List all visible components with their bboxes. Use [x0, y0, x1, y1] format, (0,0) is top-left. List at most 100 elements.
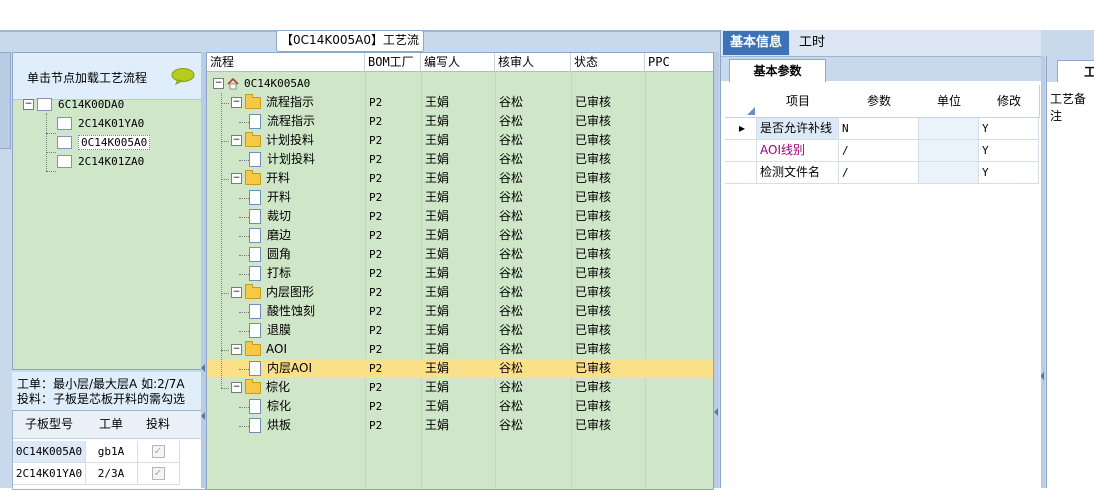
process-step-row[interactable]: 内层AOI P2 王娟 谷松 已审核	[207, 359, 713, 378]
checkmark-icon[interactable]: ✓	[151, 445, 165, 458]
writer-cell[interactable]: 王娟	[425, 169, 449, 188]
writer-cell[interactable]: 王娟	[425, 340, 449, 359]
writer-cell[interactable]: 王娟	[425, 302, 449, 321]
process-name-cell[interactable]: 棕化	[249, 397, 291, 416]
writer-cell[interactable]: 王娟	[425, 207, 449, 226]
reviewer-cell[interactable]: 谷松	[499, 93, 523, 112]
splitter-arrow-icon[interactable]	[714, 408, 718, 416]
reviewer-cell[interactable]: 谷松	[499, 321, 523, 340]
reviewer-cell[interactable]: 谷松	[499, 359, 523, 378]
col-header-model[interactable]: 子板型号	[13, 411, 86, 439]
tab-basic-info[interactable]: 基本信息	[723, 31, 789, 55]
table-cell-model[interactable]: 0C14K005A0	[13, 441, 86, 463]
process-name-cell[interactable]: 酸性蚀刻	[249, 302, 315, 321]
param-edit-flag[interactable]: Y	[979, 118, 1039, 139]
status-cell[interactable]: 已审核	[575, 321, 611, 340]
status-cell[interactable]: 已审核	[575, 188, 611, 207]
status-cell[interactable]: 已审核	[575, 397, 611, 416]
col-header-order[interactable]: 工单	[85, 411, 138, 439]
status-cell[interactable]: 已审核	[575, 131, 611, 150]
param-row[interactable]: 检测文件名 / Y	[725, 162, 1039, 184]
param-unit[interactable]	[919, 118, 979, 139]
process-name-cell[interactable]: 流程指示	[249, 112, 315, 131]
bom-cell[interactable]: P2	[369, 245, 382, 264]
collapse-icon[interactable]: −	[23, 99, 34, 110]
reviewer-cell[interactable]: 谷松	[499, 340, 523, 359]
tab-process-notes[interactable]: 工	[1057, 60, 1094, 82]
writer-cell[interactable]: 王娟	[425, 226, 449, 245]
process-name-cell[interactable]: 计划投料	[249, 150, 315, 169]
col-header-feed[interactable]: 投料	[137, 411, 180, 439]
status-cell[interactable]: 已审核	[575, 150, 611, 169]
process-name-cell[interactable]: 退膜	[249, 321, 291, 340]
col-header-bom[interactable]: BOM工厂	[365, 53, 421, 71]
bom-cell[interactable]: P2	[369, 207, 382, 226]
process-step-row[interactable]: 开料 P2 王娟 谷松 已审核	[207, 188, 713, 207]
process-name-cell[interactable]: − 内层图形	[231, 283, 314, 302]
status-cell[interactable]: 已审核	[575, 93, 611, 112]
bom-cell[interactable]: P2	[369, 112, 382, 131]
collapse-icon[interactable]: −	[231, 173, 242, 184]
bom-cell[interactable]: P2	[369, 264, 382, 283]
splitter-arrow-icon[interactable]	[201, 364, 205, 372]
process-name-cell[interactable]: − 流程指示	[231, 93, 314, 112]
table-cell-feed[interactable]: ✓	[137, 463, 180, 485]
param-row[interactable]: AOI线别 / Y	[725, 140, 1039, 162]
reviewer-cell[interactable]: 谷松	[499, 150, 523, 169]
writer-cell[interactable]: 王娟	[425, 416, 449, 435]
process-group-row[interactable]: − 开料 P2 王娟 谷松 已审核	[207, 169, 713, 188]
param-item[interactable]: 是否允许补线	[757, 118, 839, 139]
bom-cell[interactable]: P2	[369, 416, 382, 435]
bom-cell[interactable]: P2	[369, 302, 382, 321]
status-cell[interactable]: 已审核	[575, 416, 611, 435]
param-row[interactable]: ▸ 是否允许补线 N Y	[725, 118, 1039, 140]
writer-cell[interactable]: 王娟	[425, 321, 449, 340]
reviewer-cell[interactable]: 谷松	[499, 302, 523, 321]
status-cell[interactable]: 已审核	[575, 264, 611, 283]
col-header-edit[interactable]: 修改	[979, 85, 1040, 118]
bom-cell[interactable]: P2	[369, 283, 382, 302]
process-name-cell[interactable]: − 棕化	[231, 378, 290, 397]
bom-cell[interactable]: P2	[369, 321, 382, 340]
status-cell[interactable]: 已审核	[575, 302, 611, 321]
splitter-arrow-icon[interactable]	[201, 412, 205, 420]
param-value[interactable]: N	[839, 118, 919, 139]
tab-work-hours[interactable]: 工时	[791, 31, 833, 55]
reviewer-cell[interactable]: 谷松	[499, 378, 523, 397]
writer-cell[interactable]: 王娟	[425, 359, 449, 378]
bom-cell[interactable]: P2	[369, 397, 382, 416]
root-node[interactable]: − 0C14K005A0	[213, 74, 310, 93]
process-step-row[interactable]: 圆角 P2 王娟 谷松 已审核	[207, 245, 713, 264]
process-name-cell[interactable]: 开料	[249, 188, 291, 207]
bom-cell[interactable]: P2	[369, 150, 382, 169]
process-name-cell[interactable]: 打标	[249, 264, 291, 283]
writer-cell[interactable]: 王娟	[425, 378, 449, 397]
process-name-cell[interactable]: − AOI	[231, 340, 287, 359]
bom-cell[interactable]: P2	[369, 340, 382, 359]
status-cell[interactable]: 已审核	[575, 169, 611, 188]
process-name-cell[interactable]: − 计划投料	[231, 131, 314, 150]
bom-cell[interactable]: P2	[369, 93, 382, 112]
status-cell[interactable]: 已审核	[575, 245, 611, 264]
center-splitter[interactable]	[714, 52, 719, 488]
reviewer-cell[interactable]: 谷松	[499, 112, 523, 131]
collapse-icon[interactable]: −	[231, 135, 242, 146]
col-header-reviewer[interactable]: 核审人	[495, 53, 571, 71]
writer-cell[interactable]: 王娟	[425, 264, 449, 283]
table-cell-feed[interactable]: ✓	[137, 441, 180, 463]
reviewer-cell[interactable]: 谷松	[499, 226, 523, 245]
tree-node-root[interactable]: − 6C14K00DA0	[23, 95, 124, 113]
writer-cell[interactable]: 王娟	[425, 397, 449, 416]
writer-cell[interactable]: 王娟	[425, 93, 449, 112]
col-header-item[interactable]: 项目	[757, 85, 840, 118]
process-name-cell[interactable]: 裁切	[249, 207, 291, 226]
param-value[interactable]: /	[839, 140, 919, 161]
status-cell[interactable]: 已审核	[575, 112, 611, 131]
tree-root-row[interactable]: − 0C14K005A0	[207, 74, 713, 93]
process-step-row[interactable]: 棕化 P2 王娟 谷松 已审核	[207, 397, 713, 416]
bom-cell[interactable]: P2	[369, 131, 382, 150]
bom-cell[interactable]: P2	[369, 359, 382, 378]
process-step-row[interactable]: 打标 P2 王娟 谷松 已审核	[207, 264, 713, 283]
bom-cell[interactable]: P2	[369, 226, 382, 245]
col-header-status[interactable]: 状态	[571, 53, 645, 71]
